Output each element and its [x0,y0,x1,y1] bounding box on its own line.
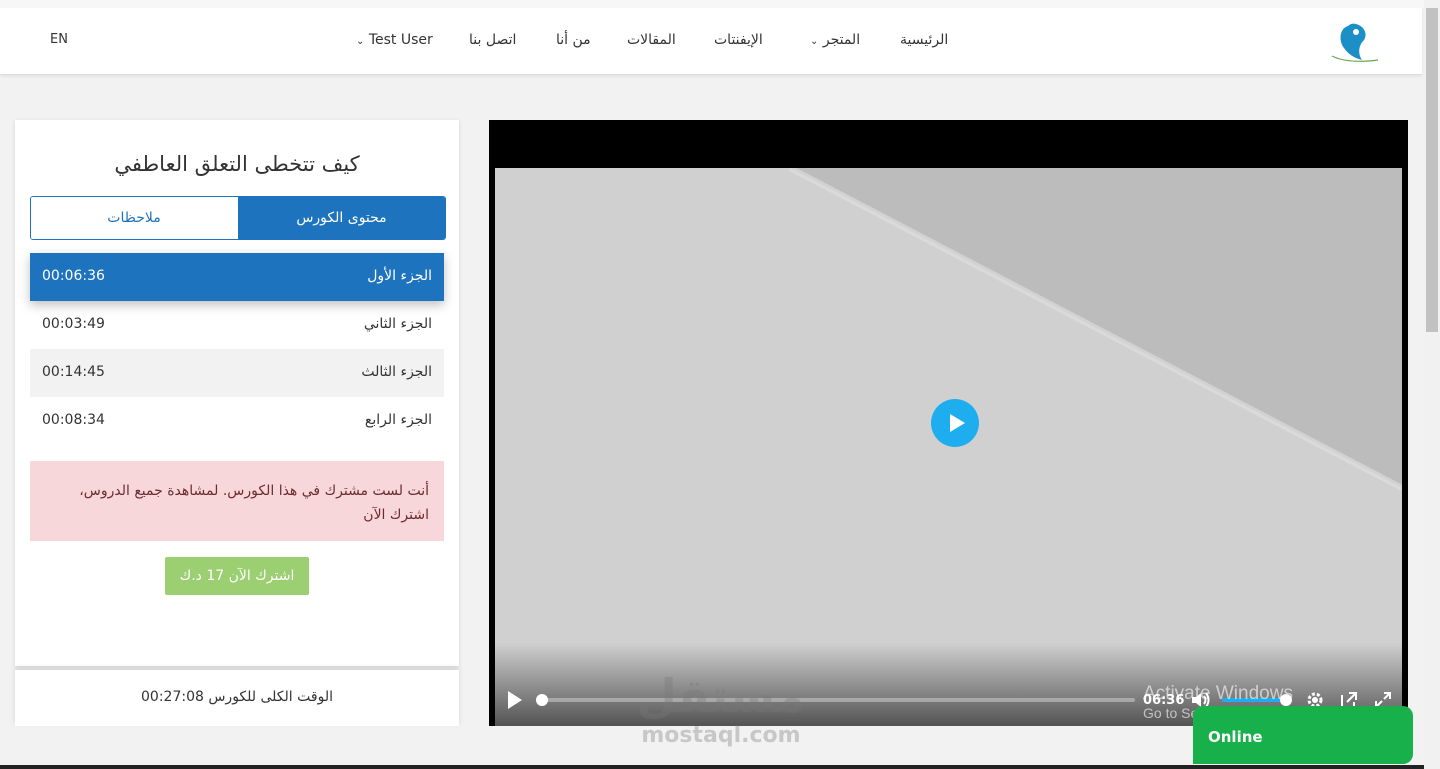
watermark-latin: mostaql.com [641,723,801,748]
nav-about[interactable]: من أنا [556,32,591,48]
course-total-time: الوقت الكلى للكورس 00:27:08 [141,689,333,705]
part-duration: 00:08:34 [42,412,105,428]
video-player[interactable]: 06:36 [489,120,1408,726]
course-panel: كيف تتخطى التعلق العاطفي محتوى الكورس مل… [15,120,459,666]
nav-user-menu[interactable]: Test User ⌄ [356,32,433,48]
course-part[interactable]: الجزء الثاني 00:03:49 [30,301,444,349]
part-name: الجزء الثالث [361,364,432,380]
course-part[interactable]: الجزء الرابع 00:08:34 [30,397,444,445]
tab-course-content[interactable]: محتوى الكورس [238,197,445,239]
course-tabs: محتوى الكورس ملاحظات [30,196,446,240]
part-duration: 00:03:49 [42,316,105,332]
user-name: Test User [368,32,433,48]
chevron-down-icon: ⌄ [356,36,365,47]
part-name: الجزء الأول [367,268,432,284]
course-total-box: الوقت الكلى للكورس 00:27:08 [15,670,459,726]
subscribe-button[interactable]: اشترك الآن 17 د.ك [165,557,309,595]
course-title: كيف تتخطى التعلق العاطفي [114,152,360,176]
part-duration: 00:06:36 [42,268,105,284]
activation-title: Activate Windows [1143,683,1293,704]
online-label: Online [1208,728,1263,746]
watermark: مستقل mostaql.com [626,668,816,748]
store-label: المتجر [822,32,861,48]
nav-events[interactable]: الإيفنتات [714,32,763,48]
logo-icon[interactable] [1318,18,1394,70]
tab-notes[interactable]: ملاحظات [31,197,237,239]
bottom-bar [0,765,1424,769]
nav-articles[interactable]: المقالات [627,32,676,48]
play-icon[interactable] [931,399,979,447]
scrollbar-thumb[interactable] [1426,8,1438,332]
alert-text: أنت لست مشترك في هذا الكورس. لمشاهدة جمي… [79,483,429,523]
play-icon[interactable] [508,691,522,709]
language-switch[interactable]: EN [50,32,68,47]
navbar: EN Test User ⌄ اتصل بنا من أنا المقالات … [0,8,1422,75]
nav-store[interactable]: المتجر ⌄ [810,32,860,48]
watermark-arabic: مستقل [636,669,806,723]
online-chat-button[interactable]: Online [1193,706,1413,764]
top-strip [0,0,1424,8]
video-frame[interactable] [495,168,1402,726]
subscription-alert: أنت لست مشترك في هذا الكورس. لمشاهدة جمي… [30,461,444,541]
part-name: الجزء الرابع [364,412,432,428]
course-part[interactable]: الجزء الأول 00:06:36 [30,253,444,301]
part-name: الجزء الثاني [363,316,432,332]
course-part[interactable]: الجزء الثالث 00:14:45 [30,349,444,397]
progress-handle[interactable] [536,694,548,706]
part-duration: 00:14:45 [42,364,105,380]
chevron-down-icon: ⌄ [810,36,819,47]
nav-contact[interactable]: اتصل بنا [469,32,516,48]
nav-home[interactable]: الرئيسية [900,32,948,48]
